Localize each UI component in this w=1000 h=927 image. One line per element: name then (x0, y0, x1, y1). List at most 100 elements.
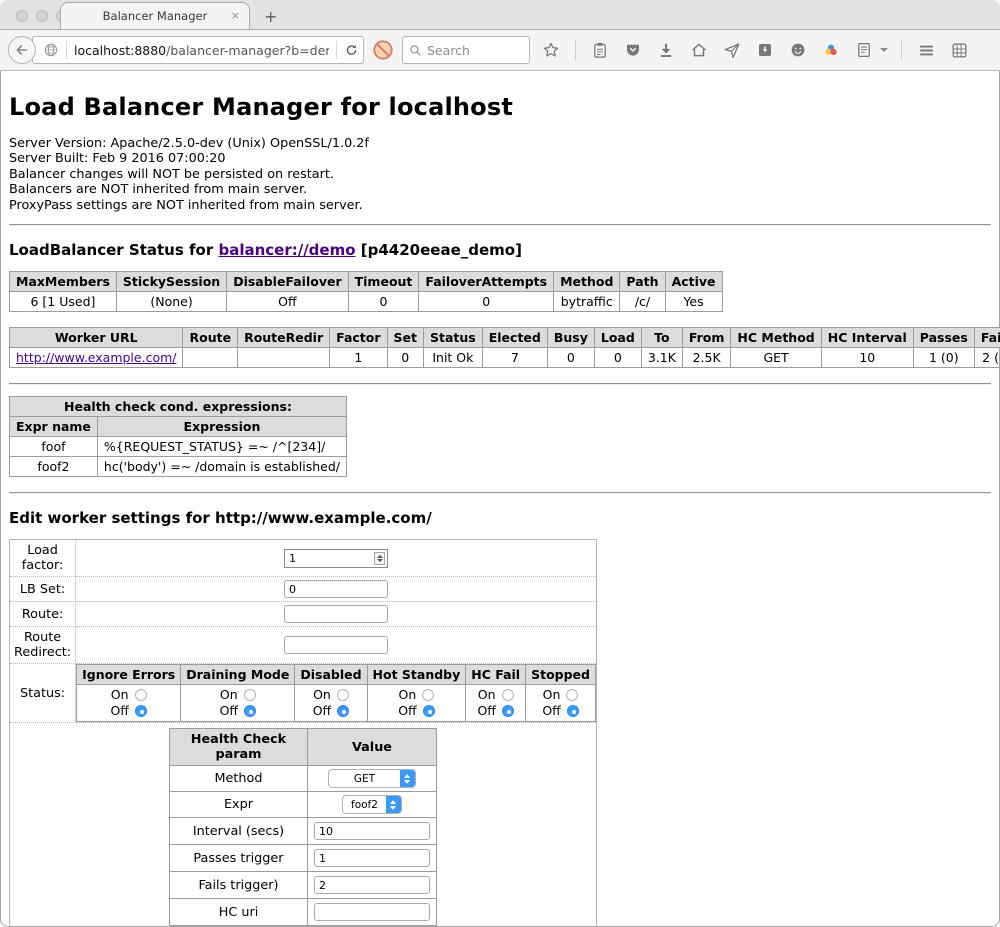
tiles-grid-icon[interactable] (948, 39, 970, 61)
col-hc-method: HC Method (731, 328, 821, 348)
hot-standby-on-radio[interactable] (422, 689, 434, 701)
edit-worker-heading: Edit worker settings for http://www.exam… (9, 509, 991, 527)
browser-window: Balancer Manager × + localhost:8880/bala… (0, 0, 1000, 927)
stopped-on-radio[interactable] (566, 689, 578, 701)
url-text[interactable]: localhost:8880/balancer-manager?b=demo&w… (74, 43, 329, 58)
inherit-note-line: Balancers are NOT inherited from main se… (9, 182, 991, 197)
expr-row: foof %{REQUEST_STATUS} =~ /^[234]/ (10, 437, 347, 457)
hc-uri-input[interactable] (314, 903, 430, 921)
cell-passes: 1 (0) (913, 348, 974, 368)
hot-standby-off-radio[interactable] (423, 705, 435, 717)
pocket-icon[interactable] (622, 39, 644, 61)
urlbar-divider2 (336, 41, 337, 59)
sidebar-dropdown-caret-icon[interactable] (880, 48, 888, 52)
draining-mode-radios: On Off (181, 685, 295, 722)
load-factor-row: Load factor: (10, 540, 597, 577)
fails-input[interactable] (314, 876, 430, 894)
expr-select[interactable]: foof2 (342, 795, 402, 814)
table-header-row: Worker URL Route RouteRedir Factor Set S… (10, 328, 1000, 348)
url-path: /balancer-manager?b=demo&w=http://www.ex… (166, 43, 329, 58)
stopped-off-radio[interactable] (567, 705, 579, 717)
col-expr-name: Expr name (10, 417, 98, 437)
navigation-toolbar: localhost:8880/balancer-manager?b=demo&w… (0, 30, 1000, 71)
interval-input[interactable] (314, 822, 430, 840)
worker-url-link[interactable]: http://www.example.com/ (16, 350, 176, 365)
draining-mode-off-radio[interactable] (244, 705, 256, 717)
hc-uri-cell (307, 899, 436, 926)
back-arrow-icon (14, 42, 30, 58)
hot-standby-radios: On Off (367, 685, 466, 722)
bookmark-star-icon[interactable] (540, 39, 562, 61)
col-disabled: Disabled (295, 665, 367, 685)
route-row: Route: (10, 602, 597, 627)
col-hc-fail: HC Fail (466, 665, 526, 685)
worker-table: Worker URL Route RouteRedir Factor Set S… (9, 327, 1000, 368)
cell-hc-interval: 10 (821, 348, 913, 368)
interval-row: Interval (secs) (169, 818, 436, 845)
reading-list-icon[interactable] (589, 39, 611, 61)
url-bar[interactable]: localhost:8880/balancer-manager?b=demo&w… (32, 36, 364, 64)
on-label: On (543, 687, 561, 703)
cell-expr-name: foof2 (10, 457, 98, 477)
cell-maxmembers: 6 [1 Used] (10, 292, 117, 312)
passes-label: Passes trigger (169, 845, 307, 872)
firefox-hello-icon[interactable] (820, 39, 842, 61)
chat-smiley-icon[interactable] (787, 39, 809, 61)
lb-set-row: LB Set: (10, 577, 597, 602)
tab-balancer-manager[interactable]: Balancer Manager × (60, 2, 250, 29)
reload-icon[interactable] (344, 43, 359, 58)
stopped-radios: On Off (526, 685, 596, 722)
on-label: On (478, 687, 496, 703)
ignore-errors-off-radio[interactable] (135, 705, 147, 717)
hc-fail-on-radio[interactable] (502, 689, 514, 701)
expr-row: foof2 hc('body') =~ /domain is establish… (10, 457, 347, 477)
expr-select-row: Expr foof2 (169, 792, 436, 818)
load-factor-label: Load factor: (10, 540, 76, 577)
lb-set-input[interactable] (284, 580, 388, 598)
route-cell (76, 602, 597, 627)
url-domain: localhost:8880 (74, 43, 166, 58)
home-icon[interactable] (688, 39, 710, 61)
disabled-off-radio[interactable] (337, 705, 349, 717)
expr-label: Expr (169, 792, 307, 818)
search-field[interactable]: Search (402, 36, 530, 64)
download-icon[interactable] (655, 39, 677, 61)
cell-status: Init Ok (424, 348, 483, 368)
new-tab-button[interactable]: + (264, 7, 277, 26)
hc-fail-off-radio[interactable] (502, 705, 514, 717)
col-hc-interval: HC Interval (821, 328, 913, 348)
route-label: Route: (10, 602, 76, 627)
adblocker-icon[interactable] (372, 39, 394, 61)
method-select[interactable]: GET (328, 769, 416, 788)
load-factor-input[interactable] (284, 549, 388, 568)
cell-hc-method: GET (731, 348, 821, 368)
method-row: Method GET (169, 766, 436, 792)
close-window-button[interactable] (16, 10, 28, 22)
route-redirect-input[interactable] (284, 636, 388, 654)
minimize-window-button[interactable] (36, 10, 48, 22)
disabled-on-radio[interactable] (337, 689, 349, 701)
draining-mode-on-radio[interactable] (244, 689, 256, 701)
number-spinner-icon[interactable] (374, 552, 385, 565)
site-globe-icon[interactable] (43, 42, 59, 58)
route-input[interactable] (284, 605, 388, 623)
server-version-line: Server Version: Apache/2.5.0-dev (Unix) … (9, 136, 991, 151)
back-button[interactable] (8, 36, 36, 64)
sidebar-panel-icon[interactable] (853, 39, 875, 61)
hc-params-table: Health Check param Value Method GET (169, 728, 437, 926)
col-draining-mode: Draining Mode (181, 665, 295, 685)
send-page-icon[interactable] (721, 39, 743, 61)
menu-hamburger-icon[interactable] (915, 39, 937, 61)
save-to-device-icon[interactable] (754, 39, 776, 61)
ignore-errors-on-radio[interactable] (135, 689, 147, 701)
page-title: Load Balancer Manager for localhost (9, 93, 991, 121)
balancer-demo-link[interactable]: balancer://demo (218, 241, 355, 259)
passes-input[interactable] (314, 849, 430, 867)
status-cell: Ignore Errors Draining Mode Disabled Hot… (76, 664, 597, 723)
expr-cell: foof2 (307, 792, 436, 818)
tab-close-icon[interactable]: × (231, 9, 240, 22)
col-path: Path (620, 272, 665, 292)
off-label: Off (313, 703, 331, 719)
divider-rule3 (9, 492, 991, 494)
cell-active: Yes (665, 292, 722, 312)
